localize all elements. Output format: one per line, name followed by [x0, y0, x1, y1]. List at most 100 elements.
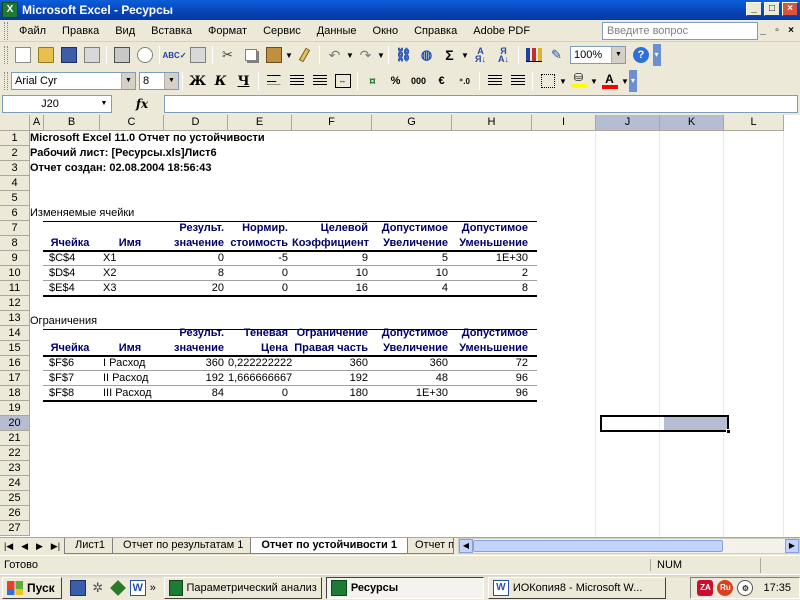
workbook-restore-icon[interactable]: ▫	[772, 25, 782, 36]
row-header-27[interactable]: 27	[0, 521, 30, 536]
row-header-19[interactable]: 19	[0, 401, 30, 416]
sheet-tab-active[interactable]: Отчет по устойчивости 1	[250, 538, 408, 554]
save-button[interactable]	[58, 44, 80, 66]
increase-indent-button[interactable]	[507, 70, 529, 92]
print-button[interactable]	[111, 44, 133, 66]
row-header-3[interactable]: 3	[0, 161, 30, 176]
workbook-close-icon[interactable]: ×	[786, 25, 796, 36]
row-header-18[interactable]: 18	[0, 386, 30, 401]
autosum-button[interactable]: Σ	[439, 44, 461, 66]
row-header-24[interactable]: 24	[0, 476, 30, 491]
permission-button[interactable]	[81, 44, 103, 66]
row-header-17[interactable]: 17	[0, 371, 30, 386]
borders-dropdown[interactable]: ▼	[559, 77, 567, 86]
autosum-dropdown[interactable]: ▼	[461, 51, 469, 60]
column-header-G[interactable]: G	[372, 115, 452, 131]
row-header-6[interactable]: 6	[0, 206, 30, 221]
menu-grip[interactable]	[4, 21, 8, 40]
zoom-select[interactable]: 100% ▼	[570, 46, 626, 64]
redo-dropdown[interactable]: ▼	[377, 51, 385, 60]
fill-color-dropdown[interactable]: ▼	[590, 77, 598, 86]
column-header-I[interactable]: I	[532, 115, 596, 131]
minimize-button[interactable]: _	[746, 2, 762, 16]
column-header-D[interactable]: D	[164, 115, 228, 131]
format-painter-button[interactable]	[294, 44, 316, 66]
word-icon[interactable]: W	[129, 579, 146, 596]
help-search-input[interactable]: Введите вопрос	[602, 22, 758, 40]
next-sheet-icon[interactable]: ▶	[36, 541, 43, 552]
row-header-23[interactable]: 23	[0, 461, 30, 476]
help-button[interactable]: ?	[630, 44, 652, 66]
row-header-11[interactable]: 11	[0, 281, 30, 296]
insert-function-button[interactable]: fx	[120, 97, 164, 111]
column-header-J[interactable]: J	[596, 115, 660, 131]
row-header-7[interactable]: 7	[0, 221, 30, 236]
row-header-12[interactable]: 12	[0, 296, 30, 311]
tools-icon[interactable]: ✲	[90, 580, 106, 596]
copy-button[interactable]	[240, 44, 262, 66]
row-header-22[interactable]: 22	[0, 446, 30, 461]
language-icon[interactable]: Ru	[717, 580, 734, 596]
chevron-down-icon[interactable]: ▼	[164, 73, 178, 89]
menu-window[interactable]: Окно	[365, 25, 407, 37]
align-center-button[interactable]	[286, 70, 308, 92]
column-header-L[interactable]: L	[724, 115, 784, 131]
row-header-16[interactable]: 16	[0, 356, 30, 371]
fill-handle[interactable]	[726, 429, 731, 434]
scroll-right-icon[interactable]: ▶	[785, 539, 799, 553]
menu-adobe-pdf[interactable]: Adobe PDF	[465, 25, 538, 37]
open-button[interactable]	[35, 44, 57, 66]
row-header-9[interactable]: 9	[0, 251, 30, 266]
align-right-button[interactable]	[309, 70, 331, 92]
italic-button[interactable]: К	[210, 70, 232, 92]
menu-tools[interactable]: Сервис	[255, 25, 309, 37]
row-header-5[interactable]: 5	[0, 191, 30, 206]
row-header-2[interactable]: 2	[0, 146, 30, 161]
sheet-tab[interactable]: Лист1	[64, 538, 117, 554]
last-sheet-icon[interactable]: ▶|	[51, 541, 60, 552]
euro-button[interactable]: €	[431, 70, 453, 92]
undo-dropdown[interactable]: ▼	[346, 51, 354, 60]
merge-center-button[interactable]: ↔	[332, 70, 354, 92]
workbook-minimize-icon[interactable]: _	[758, 25, 768, 36]
formula-input[interactable]	[164, 95, 798, 113]
row-header-10[interactable]: 10	[0, 266, 30, 281]
undo-button[interactable]: ↶	[324, 44, 346, 66]
font-size-select[interactable]: 8 ▼	[139, 72, 179, 90]
font-name-select[interactable]: Arial Cyr ▼	[11, 72, 136, 90]
column-header-H[interactable]: H	[452, 115, 532, 131]
column-header-E[interactable]: E	[228, 115, 292, 131]
spelling-button[interactable]: ABC✓	[162, 44, 186, 66]
row-header-8[interactable]: 8	[0, 236, 30, 251]
row-header-21[interactable]: 21	[0, 431, 30, 446]
increase-decimal-button[interactable]: ⁺.0	[454, 70, 476, 92]
chart-wizard-button[interactable]	[523, 44, 545, 66]
diamond-icon[interactable]	[109, 579, 126, 596]
bold-button[interactable]: Ж	[187, 70, 209, 92]
currency-button[interactable]: ¤	[362, 70, 384, 92]
sheet-tab[interactable]: Отчет по результатам 1	[112, 538, 255, 554]
borders-button[interactable]	[537, 70, 559, 92]
fill-color-button[interactable]: ⛁	[568, 70, 590, 92]
sheet-tab[interactable]: Отчет п	[404, 538, 454, 554]
toolbar-grip[interactable]	[4, 72, 8, 90]
toolbar-grip[interactable]	[4, 46, 8, 64]
row-header-20[interactable]: 20	[0, 416, 30, 431]
chevron-down-icon[interactable]: ▼	[611, 47, 625, 63]
drawing-button[interactable]: ✎	[546, 44, 568, 66]
network-icon[interactable]: ⚙	[737, 580, 754, 596]
first-sheet-icon[interactable]: |◀	[4, 541, 13, 552]
taskbar-button-active[interactable]: Ресурсы	[325, 576, 484, 599]
cut-button[interactable]: ✂	[217, 44, 239, 66]
zonealarm-icon[interactable]: ZA	[697, 580, 714, 596]
menu-format[interactable]: Формат	[200, 25, 255, 37]
menu-edit[interactable]: Правка	[54, 25, 107, 37]
column-header-K[interactable]: K	[660, 115, 724, 131]
column-header-C[interactable]: C	[100, 115, 164, 131]
start-button[interactable]: Пуск	[2, 576, 62, 599]
thousands-button[interactable]: 000	[408, 70, 430, 92]
taskbar-button[interactable]: Параметрический анализ	[163, 576, 322, 599]
select-all-button[interactable]	[0, 115, 30, 131]
research-globe-button[interactable]: ◍	[416, 44, 438, 66]
paste-button[interactable]	[263, 44, 285, 66]
